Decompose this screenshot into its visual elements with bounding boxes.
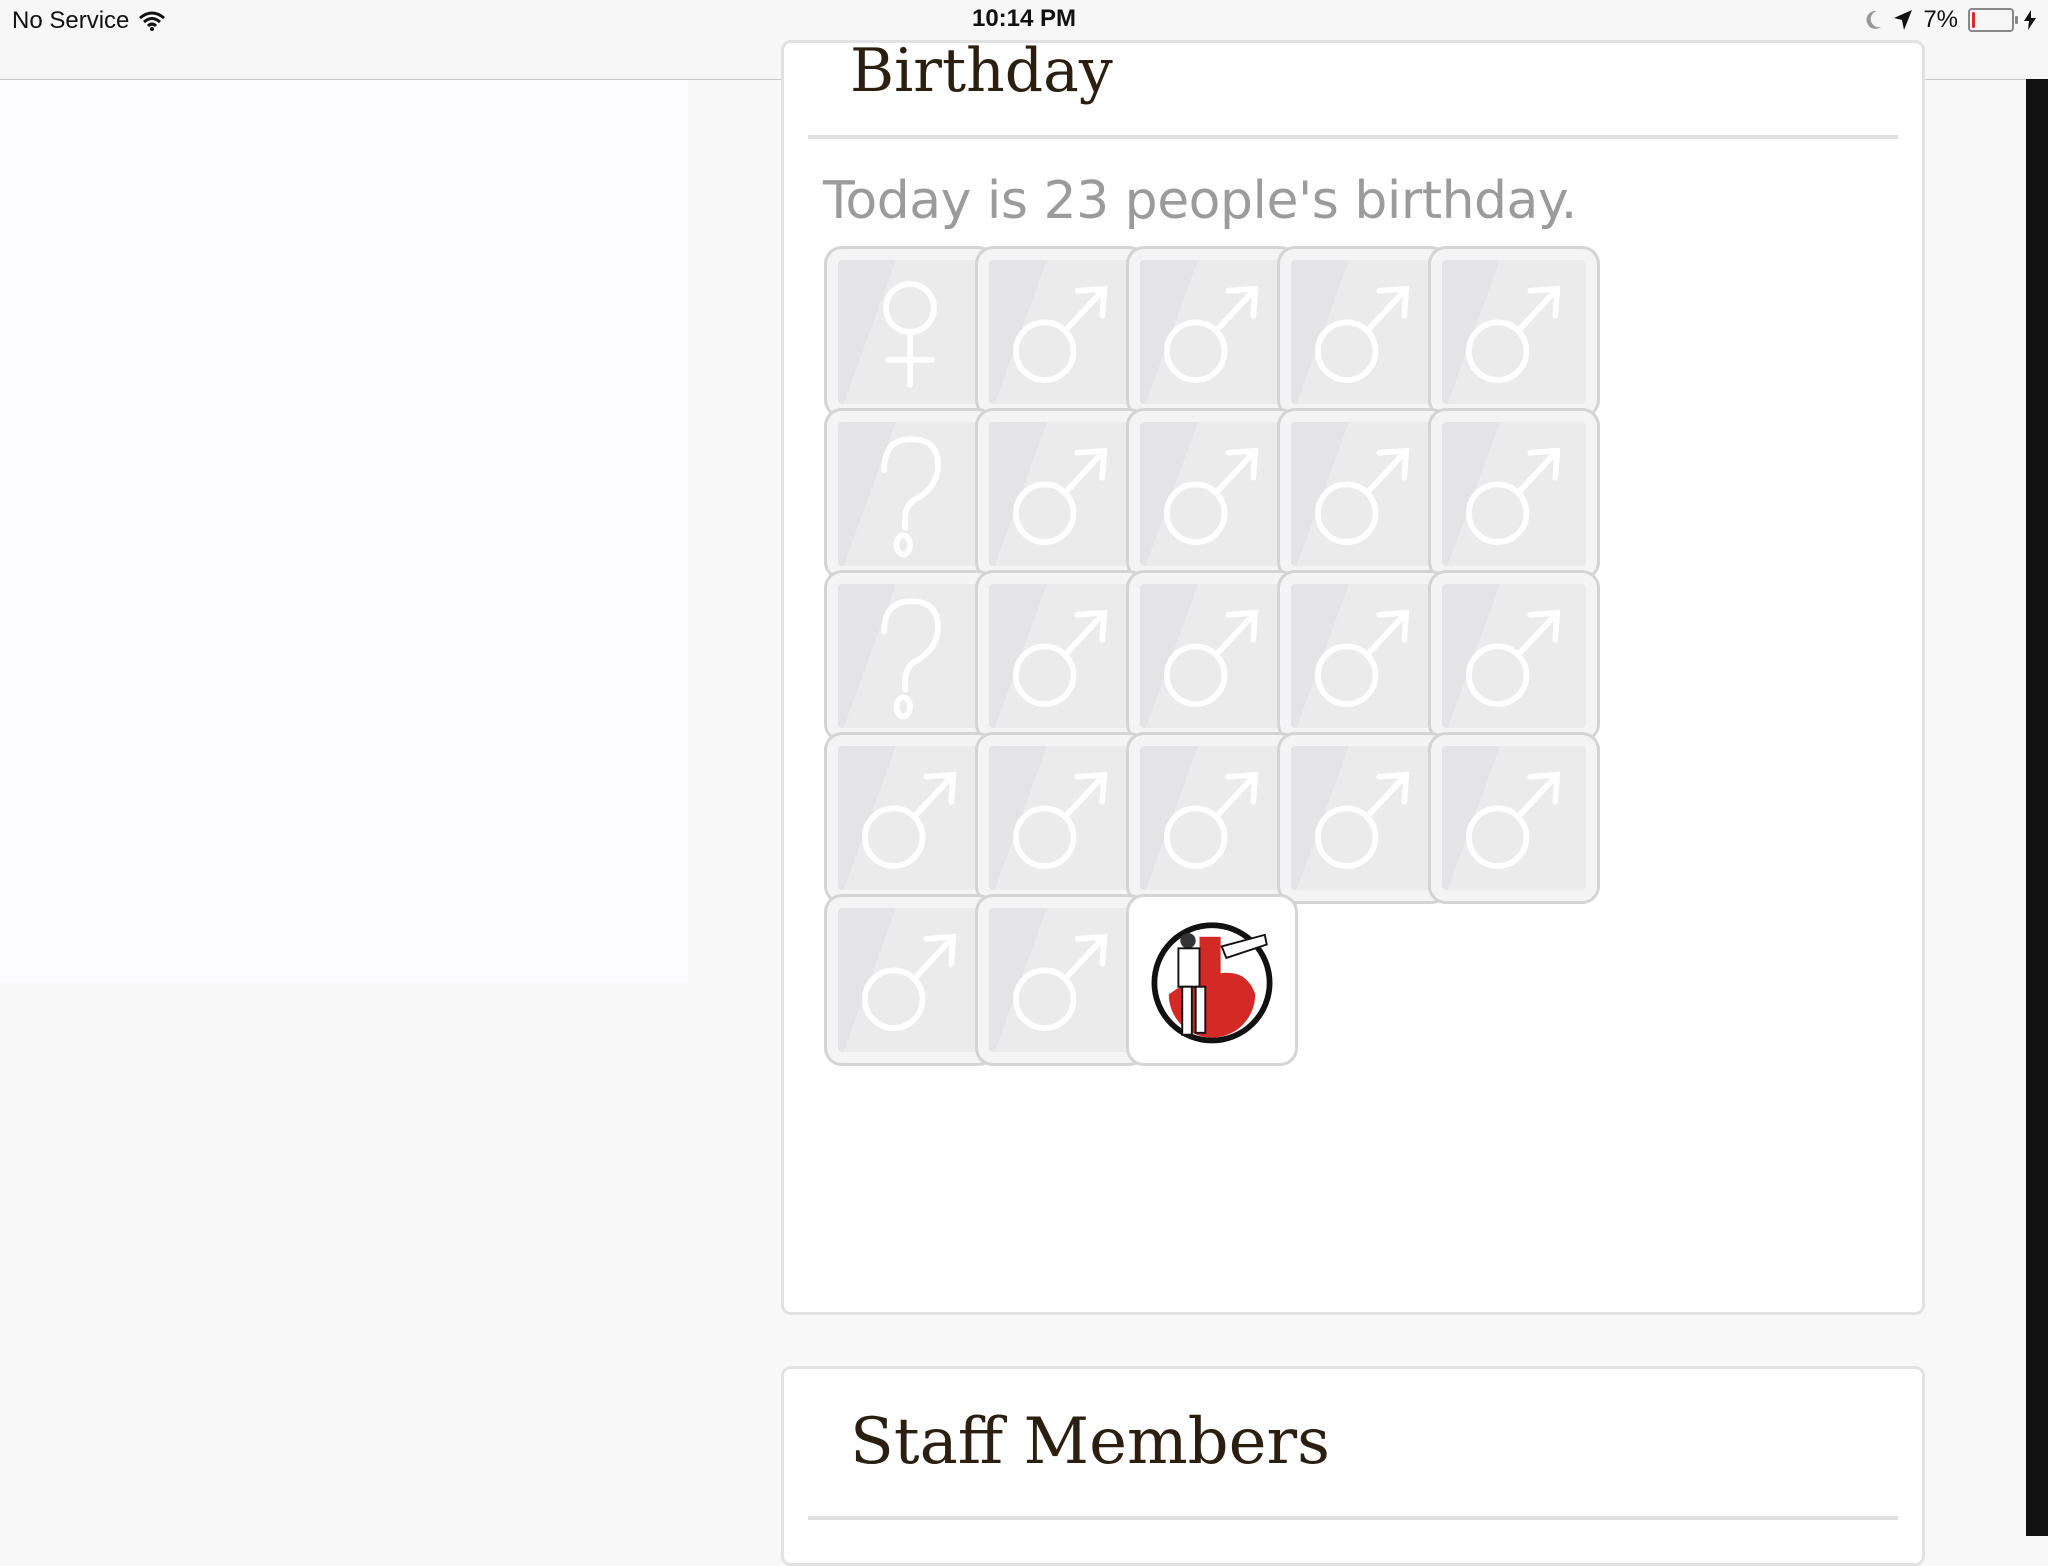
battery-percent: 7% — [1923, 6, 1958, 33]
clock: 10:14 PM — [971, 5, 1077, 32]
avatar-image — [989, 746, 1133, 890]
battery-icon — [1968, 8, 2018, 32]
male-symbol-icon — [1164, 285, 1259, 383]
male-symbol-icon — [1466, 285, 1561, 383]
female-symbol-icon — [883, 281, 937, 388]
male-symbol-icon — [1013, 447, 1108, 545]
birthday-avatar-male[interactable] — [1277, 246, 1449, 418]
birthday-avatar-male[interactable] — [1428, 246, 1600, 418]
battery-level-fill — [1972, 12, 1975, 28]
avatar-image — [1442, 422, 1586, 566]
avatar-image — [838, 746, 982, 890]
male-symbol-icon — [1315, 447, 1410, 545]
charging-bolt-icon — [2024, 10, 2036, 30]
birthday-avatar-male[interactable] — [975, 246, 1147, 418]
male-symbol-icon — [1164, 447, 1259, 545]
birthday-card: Birthday Today is 23 people's birthday. — [781, 36, 1925, 1315]
birthday-avatar-male[interactable] — [1126, 570, 1298, 742]
birthday-avatar-male[interactable] — [1428, 570, 1600, 742]
birthday-avatar-male[interactable] — [975, 570, 1147, 742]
birthday-avatar-male[interactable] — [1126, 408, 1298, 580]
divider — [808, 1516, 1898, 1520]
male-symbol-icon — [1466, 447, 1561, 545]
avatar-image — [838, 908, 982, 1052]
avatar-image — [1291, 422, 1435, 566]
moon-icon — [1866, 10, 1882, 29]
avatar-image — [989, 422, 1133, 566]
location-arrow-icon — [1894, 10, 1913, 30]
male-symbol-icon — [1315, 771, 1410, 869]
avatar-image — [1140, 908, 1284, 1052]
birthday-avatar-male[interactable] — [1428, 732, 1600, 904]
male-symbol-icon — [1013, 933, 1108, 1031]
screen-edge — [2026, 79, 2048, 1536]
avatar-image — [1140, 584, 1284, 728]
birthday-avatar-male[interactable] — [824, 894, 996, 1066]
birthday-avatar-male[interactable] — [824, 732, 996, 904]
avatar-image — [1442, 584, 1586, 728]
male-symbol-icon — [1315, 285, 1410, 383]
birthday-avatar-photo[interactable] — [1126, 894, 1298, 1066]
avatar-image — [1291, 746, 1435, 890]
birthday-avatar-female[interactable] — [824, 246, 996, 418]
birthday-avatar-male[interactable] — [1277, 408, 1449, 580]
staff-members-title: Staff Members — [850, 1405, 1330, 1479]
avatar-image — [838, 422, 982, 566]
male-symbol-icon — [1466, 771, 1561, 869]
question-mark-icon — [881, 436, 941, 558]
birthday-avatar-male[interactable] — [975, 732, 1147, 904]
avatar-image — [1140, 260, 1284, 404]
birthday-avatar-unknown[interactable] — [824, 570, 996, 742]
avatar-image — [989, 908, 1133, 1052]
divider — [808, 135, 1898, 139]
avatar-image — [989, 584, 1133, 728]
male-symbol-icon — [1164, 771, 1259, 869]
birthday-avatar-male[interactable] — [1126, 246, 1298, 418]
birthday-avatar-male[interactable] — [1126, 732, 1298, 904]
birthday-avatar-male[interactable] — [1277, 570, 1449, 742]
birthday-avatar-unknown[interactable] — [824, 408, 996, 580]
male-symbol-icon — [1164, 609, 1259, 707]
birthday-card-title: Birthday — [850, 36, 1113, 106]
birthday-avatar-male[interactable] — [1277, 732, 1449, 904]
avatar-image — [1140, 422, 1284, 566]
avatar-image — [1442, 746, 1586, 890]
male-symbol-icon — [862, 933, 957, 1031]
avatar-image — [1442, 260, 1586, 404]
male-symbol-icon — [1013, 609, 1108, 707]
avatar-image — [1140, 746, 1284, 890]
male-symbol-icon — [1013, 285, 1108, 383]
male-symbol-icon — [862, 771, 957, 869]
avatar-image — [838, 584, 982, 728]
birthday-avatar-male[interactable] — [1428, 408, 1600, 580]
left-column-panel — [0, 80, 688, 983]
male-symbol-icon — [1466, 609, 1561, 707]
avatar-image — [1291, 260, 1435, 404]
status-right: 7% — [1863, 6, 2036, 34]
birthday-summary: Today is 23 people's birthday. — [823, 171, 1577, 231]
male-symbol-icon — [1315, 609, 1410, 707]
staff-members-card: Staff Members — [781, 1366, 1925, 1566]
avatar-image — [989, 260, 1133, 404]
user-photo-icon — [1151, 922, 1273, 1044]
birthday-avatar-male[interactable] — [975, 894, 1147, 1066]
birthday-avatar-male[interactable] — [975, 408, 1147, 580]
male-symbol-icon — [1013, 771, 1108, 869]
question-mark-icon — [881, 598, 941, 720]
avatar-image — [1291, 584, 1435, 728]
avatar-image — [838, 260, 982, 404]
